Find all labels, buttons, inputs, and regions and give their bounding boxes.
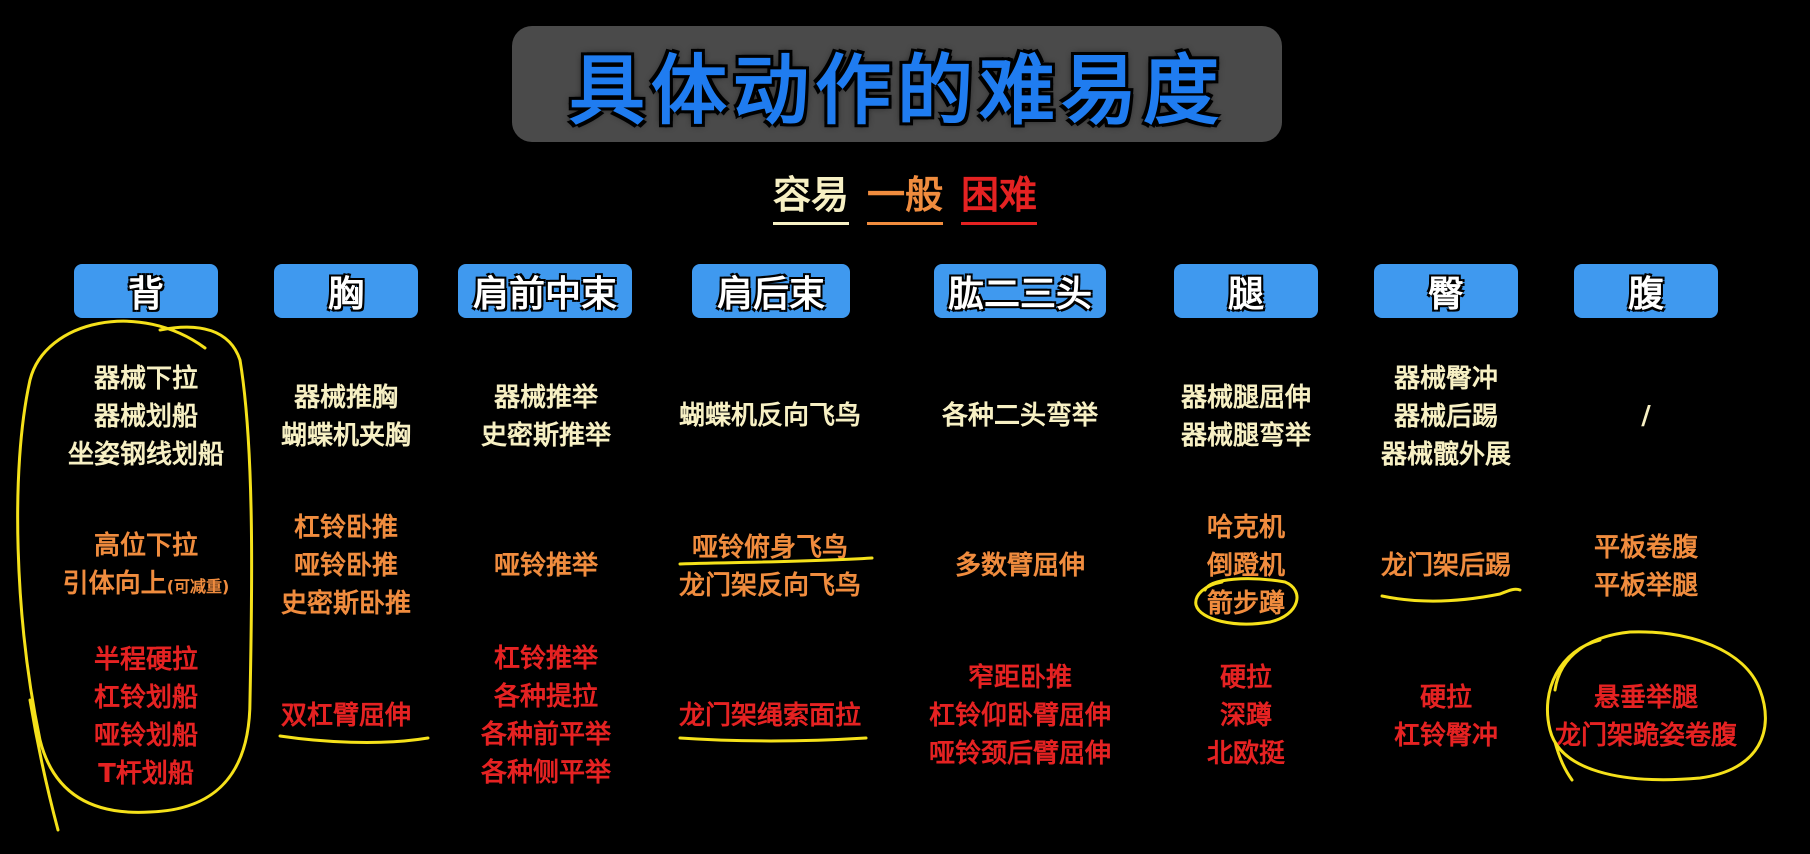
rear-delt-underline-2 (678, 736, 868, 743)
cell-back-hard: 半程硬拉 杠铃划船 哑铃划船 T杆划船 (36, 642, 256, 792)
exercise-item-label: 引体向上 (62, 568, 167, 599)
chest-underline (278, 734, 430, 744)
cell-front-delt-easy: 器械推举 史密斯推举 (436, 378, 656, 456)
legend-medium: 一般 (866, 164, 943, 225)
exercise-item: 器械臀冲 (1393, 364, 1498, 394)
legend-easy: 容易 (772, 164, 849, 225)
exercise-item: 器械后踢 (1393, 402, 1498, 432)
cell-back-medium: 高位下拉 引体向上(可减重) (36, 528, 256, 604)
header-arms: 肱二三头 (934, 264, 1106, 318)
exercise-item: 多数臂屈伸 (954, 551, 1085, 581)
exercise-item: 各种侧平举 (480, 758, 611, 788)
exercise-item: 双杠臂屈伸 (280, 701, 411, 731)
header-abs: 腹 (1574, 264, 1718, 318)
cell-legs-hard: 硬拉 深蹲 北欧挺 (1136, 658, 1356, 774)
exercise-item: 哑铃划船 (93, 721, 198, 751)
exercise-item: 悬垂举腿 (1593, 683, 1698, 713)
exercise-item: 杠铃臀冲 (1393, 721, 1498, 751)
cell-arms-medium: 多数臂屈伸 (910, 546, 1130, 586)
exercise-item: 器械划船 (93, 402, 198, 432)
difficulty-legend: 容易 一般 困难 (0, 164, 1810, 225)
header-legs: 腿 (1174, 264, 1318, 318)
exercise-item: 各种二头弯举 (941, 401, 1098, 431)
cell-front-delt-medium: 哑铃推举 (436, 546, 656, 586)
exercise-item: 龙门架后踢 (1380, 551, 1511, 581)
header-rear-delt: 肩后束 (692, 264, 850, 318)
exercise-item: 蝴蝶机反向飞鸟 (678, 401, 861, 431)
cell-rear-delt-medium: 哑铃俯身飞鸟 龙门架反向飞鸟 (660, 528, 880, 606)
exercise-item: 杠铃卧推 (293, 513, 398, 543)
cell-glutes-hard: 硬拉 杠铃臀冲 (1336, 678, 1556, 756)
exercise-item: 杠铃推举 (493, 644, 598, 674)
exercise-item: 高位下拉 (93, 530, 198, 561)
exercise-item: 硬拉 (1219, 663, 1272, 693)
exercise-item: 龙门架反向飞鸟 (678, 571, 861, 601)
cell-arms-hard: 窄距卧推 杠铃仰卧臂屈伸 哑铃颈后臂屈伸 (910, 658, 1130, 774)
cell-back-easy: 器械下拉 器械划船 坐姿钢线划船 (36, 358, 256, 476)
exercise-item: 北欧挺 (1206, 739, 1285, 769)
cell-rear-delt-easy: 蝴蝶机反向飞鸟 (660, 396, 880, 436)
exercise-item: 杠铃划船 (93, 683, 198, 713)
exercise-item: 各种前平举 (480, 720, 611, 750)
exercise-item: 器械腿屈伸 (1180, 383, 1311, 413)
exercise-item: 平板卷腹 (1593, 533, 1698, 563)
exercise-item: 器械下拉 (93, 364, 198, 394)
page-title: 具体动作的难易度 (569, 46, 1225, 135)
exercise-note: (可减重) (166, 576, 230, 596)
exercise-item: 哑铃俯身飞鸟 (691, 533, 848, 563)
exercise-item: 引体向上(可减重) (63, 565, 230, 606)
legend-hard: 困难 (961, 164, 1038, 225)
cell-legs-medium: 哈克机 倒蹬机 箭步蹲 (1136, 508, 1356, 624)
exercise-item: 器械髋外展 (1380, 440, 1511, 470)
exercise-item: 窄距卧推 (967, 663, 1072, 693)
exercise-item: 深蹲 (1219, 701, 1272, 731)
cell-glutes-medium: 龙门架后踢 (1336, 546, 1556, 586)
exercise-item: 哑铃卧推 (293, 551, 398, 581)
title-banner: 具体动作的难易度 (512, 26, 1282, 142)
exercise-item: 各种提拉 (493, 682, 598, 712)
exercise-item: 半程硬拉 (93, 645, 198, 675)
exercise-item: 史密斯推举 (480, 421, 611, 451)
exercise-item: 硬拉 (1419, 683, 1472, 713)
exercise-item: 史密斯卧推 (280, 589, 411, 619)
glutes-underline (1380, 587, 1522, 603)
cell-chest-hard: 双杠臂屈伸 (236, 696, 456, 736)
exercise-item: 坐姿钢线划船 (67, 440, 224, 470)
cell-legs-easy: 器械腿屈伸 器械腿弯举 (1136, 378, 1356, 456)
cell-glutes-easy: 器械臀冲 器械后踢 器械髋外展 (1336, 358, 1556, 476)
exercise-item: 器械推举 (493, 383, 598, 413)
exercise-item: 哑铃颈后臂屈伸 (928, 739, 1111, 769)
exercise-item: 杠铃仰卧臂屈伸 (928, 701, 1111, 731)
cell-chest-easy: 器械推胸 蝴蝶机夹胸 (236, 378, 456, 456)
cell-abs-easy: / (1536, 396, 1756, 436)
cell-chest-medium: 杠铃卧推 哑铃卧推 史密斯卧推 (236, 508, 456, 624)
header-glutes: 臀 (1374, 264, 1518, 318)
cell-abs-hard: 悬垂举腿 龙门架跪姿卷腹 (1536, 678, 1756, 756)
cell-rear-delt-hard: 龙门架绳索面拉 (660, 696, 880, 736)
header-back: 背 (74, 264, 218, 318)
cell-front-delt-hard: 杠铃推举 各种提拉 各种前平举 各种侧平举 (436, 640, 656, 792)
header-chest: 胸 (274, 264, 418, 318)
exercise-item: 哈克机 (1206, 513, 1285, 543)
exercise-item: 倒蹬机 (1206, 551, 1285, 581)
exercise-item: / (1641, 401, 1651, 431)
exercise-item: 箭步蹲 (1206, 589, 1285, 619)
column-headers: 背 胸 肩前中束 肩后束 肱二三头 腿 臀 腹 (0, 264, 1810, 318)
exercise-item: 哑铃推举 (493, 551, 598, 581)
cell-abs-medium: 平板卷腹 平板举腿 (1536, 528, 1756, 606)
header-front-delt: 肩前中束 (458, 264, 632, 318)
cell-arms-easy: 各种二头弯举 (910, 396, 1130, 436)
exercise-item: 龙门架跪姿卷腹 (1554, 721, 1737, 751)
exercise-item: 器械腿弯举 (1180, 421, 1311, 451)
exercise-item: 蝴蝶机夹胸 (280, 421, 411, 451)
exercise-item: 平板举腿 (1593, 571, 1698, 601)
exercise-item: 龙门架绳索面拉 (678, 701, 861, 731)
exercise-item: T杆划船 (98, 759, 194, 789)
exercise-item: 器械推胸 (293, 383, 398, 413)
